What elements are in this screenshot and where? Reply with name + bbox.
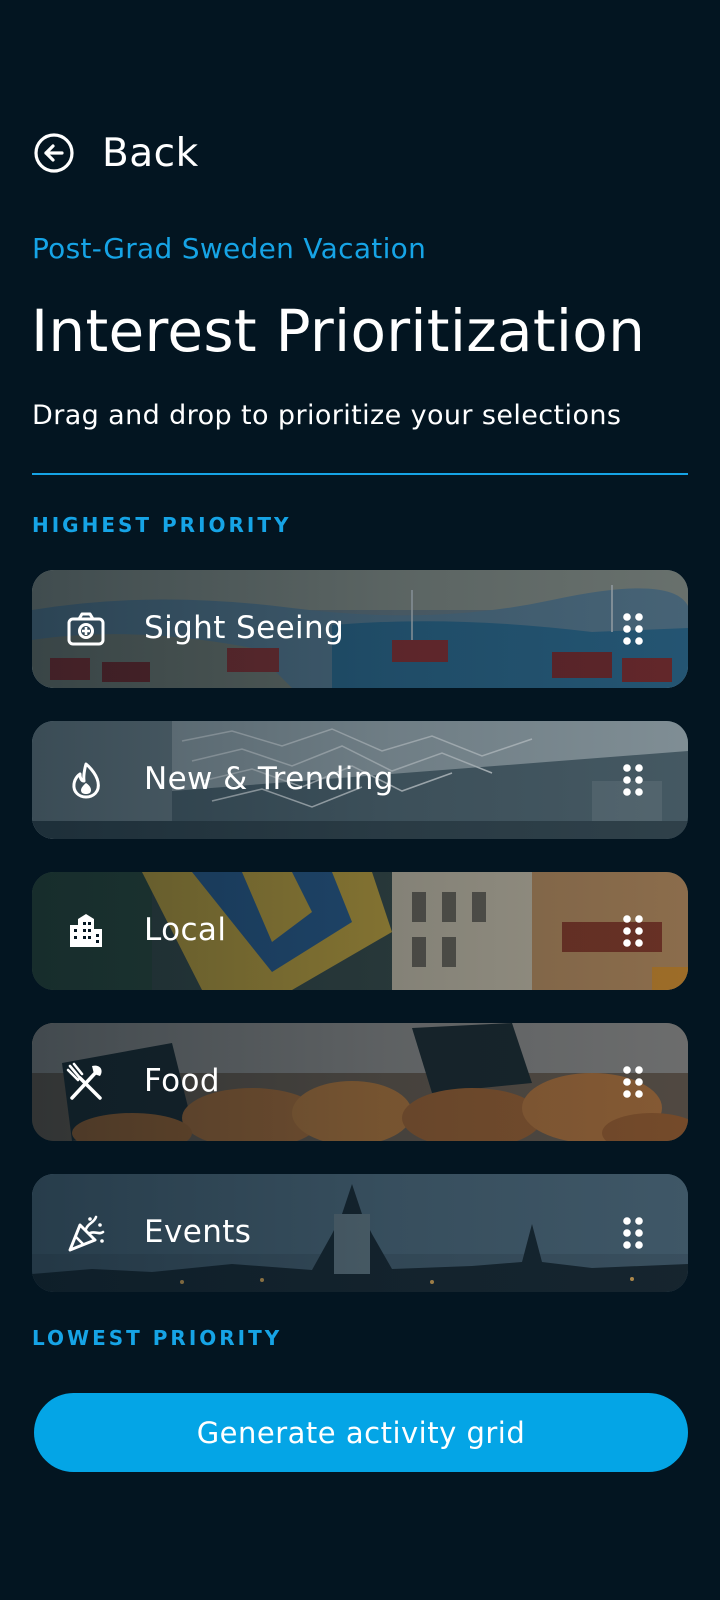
card-overlay [32,1174,688,1292]
back-label: Back [102,130,199,176]
party-popper-icon [68,1215,105,1252]
drag-handle-icon[interactable] [622,612,644,646]
card-label: New & Trending [144,761,394,797]
interest-card-new-trending[interactable]: New & Trending [32,721,688,839]
card-label: Local [144,912,227,948]
page-title: Interest Prioritization [31,297,646,365]
drag-handle-icon[interactable] [622,763,644,797]
lowest-priority-label: LOWEST PRIORITY [32,1326,283,1350]
drag-handle-icon[interactable] [622,1065,644,1099]
interest-card-events[interactable]: Events [32,1174,688,1292]
card-overlay [32,1023,688,1141]
card-label: Events [144,1214,252,1250]
back-button[interactable]: Back [32,128,199,178]
card-overlay [32,570,688,688]
header-divider [32,473,688,475]
flame-icon [72,762,100,799]
interest-card-local[interactable]: Local [32,872,688,990]
interest-prioritization-screen: Back Post-Grad Sweden Vacation Interest … [0,0,720,1600]
drag-handle-icon[interactable] [622,914,644,948]
card-overlay [32,872,688,990]
arrow-left-circle-icon [34,133,74,173]
interest-card-food[interactable]: Food [32,1023,688,1141]
fork-knife-icon [66,1062,102,1100]
highest-priority-label: HIGHEST PRIORITY [32,513,292,537]
trip-name: Post-Grad Sweden Vacation [32,232,427,265]
generate-activity-grid-button[interactable]: Generate activity grid [34,1393,688,1472]
card-label: Food [144,1063,220,1099]
drag-handle-icon[interactable] [622,1216,644,1250]
camera-icon [67,612,105,646]
card-label: Sight Seeing [144,610,345,646]
page-subtitle: Drag and drop to prioritize your selecti… [32,400,622,431]
interest-card-sight-seeing[interactable]: Sight Seeing [32,570,688,688]
city-buildings-icon [70,914,102,947]
